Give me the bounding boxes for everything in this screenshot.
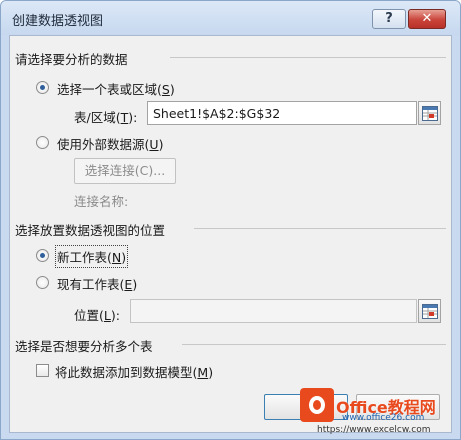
location-input[interactable] <box>130 299 417 323</box>
range-input[interactable] <box>147 101 417 125</box>
watermark-url: https://www.excelcw.com <box>317 425 431 435</box>
create-pivotchart-dialog: 创建数据透视图 ? ✕ 请选择要分析的数据 选择一个表或区域(S) 表/区域(T… <box>0 0 461 440</box>
collapse-dialog-icon <box>422 106 438 121</box>
radio-select-table[interactable] <box>36 81 49 94</box>
help-button[interactable]: ? <box>372 9 406 29</box>
section-label-placement: 选择放置数据透视图的位置 <box>15 223 166 238</box>
close-button[interactable]: ✕ <box>408 9 446 29</box>
section-label-data-source: 请选择要分析的数据 <box>15 52 128 67</box>
add-to-data-model-checkbox[interactable] <box>36 364 49 377</box>
title-bar[interactable]: 创建数据透视图 ? ✕ <box>1 1 460 35</box>
add-to-data-model-label[interactable]: 将此数据添加到数据模型(M) <box>55 362 213 381</box>
collapse-dialog-icon <box>422 304 438 319</box>
location-picker-button[interactable] <box>418 299 441 323</box>
watermark-url: www.office26.com <box>342 413 425 423</box>
office-logo-icon <box>300 388 334 422</box>
location-label: 位置(L): <box>74 308 120 323</box>
section-divider <box>182 344 446 345</box>
existing-worksheet-label[interactable]: 现有工作表(E) <box>57 274 137 293</box>
new-worksheet-label[interactable]: 新工作表(N) <box>54 245 129 268</box>
range-label: 表/区域(T): <box>74 110 138 125</box>
external-source-label[interactable]: 使用外部数据源(U) <box>57 134 163 153</box>
section-divider <box>170 57 446 58</box>
dialog-body: 请选择要分析的数据 选择一个表或区域(S) 表/区域(T): 使用外部数据源(U… <box>9 35 452 433</box>
section-label-multi-table: 选择是否想要分析多个表 <box>15 339 153 354</box>
connection-name-label: 连接名称: <box>74 194 129 209</box>
radio-external-source[interactable] <box>36 136 49 149</box>
section-divider <box>194 228 446 229</box>
dialog-title: 创建数据透视图 <box>12 14 104 29</box>
select-table-label[interactable]: 选择一个表或区域(S) <box>57 79 175 98</box>
choose-connection-button[interactable]: 选择连接(C)... <box>74 158 176 184</box>
radio-existing-worksheet[interactable] <box>36 276 49 289</box>
range-picker-button[interactable] <box>418 101 441 125</box>
radio-new-worksheet[interactable] <box>36 249 49 262</box>
